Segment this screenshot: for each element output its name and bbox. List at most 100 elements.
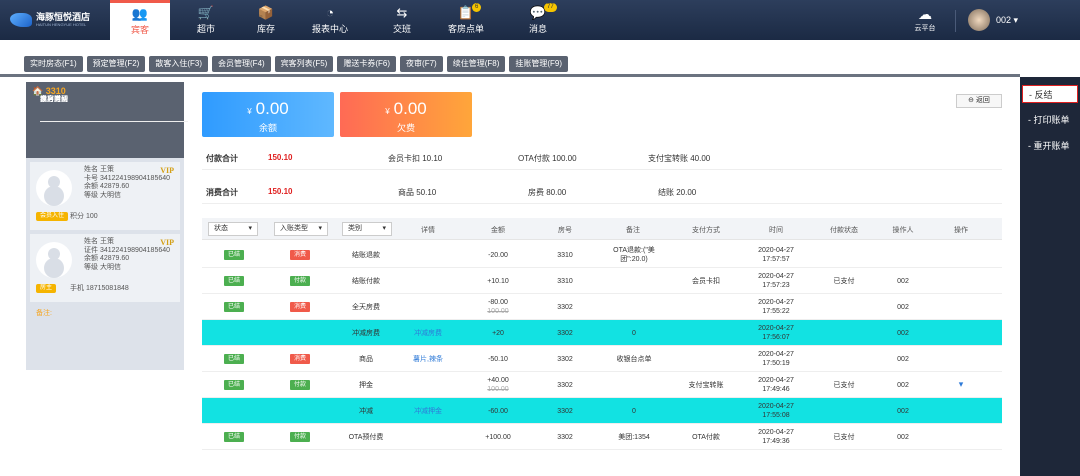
payment-item: 支付宝转账 40.00	[648, 154, 711, 163]
payment-status-cell: 已支付	[833, 382, 855, 389]
time-value: 17:55:08	[762, 412, 790, 419]
room-cell: 3302	[557, 434, 573, 441]
entry-type-badge: 付款	[290, 276, 310, 286]
status-filter[interactable]: 状态 ▾	[208, 222, 258, 236]
detail-cell[interactable]: 冲减押金	[398, 407, 458, 416]
action-sidebar: - 反结 - 打印账单 - 重开账单	[1020, 77, 1080, 476]
cloud-label: 云平台	[914, 25, 936, 32]
table-row[interactable]: 已结 付款 OTA预付费 +100.00 3302 美团:1354 OTA付款 2020-04…	[202, 424, 1002, 450]
back-button[interactable]: ⊖ 返回	[956, 94, 1002, 108]
guest-info-line: 余额 42879.60	[84, 183, 130, 190]
category-cell: OTA预付费	[348, 434, 384, 441]
function-tabs: 实时房态(F1) 预定管理(F2) 散客入住(F3) 会员管理(F4) 宾客列表(F5)…	[24, 56, 569, 72]
column-header: 支付方式	[692, 227, 720, 234]
tab-f5[interactable]: 宾客列表(F5)	[274, 56, 334, 72]
nav-pie-chart[interactable]: ◔ 报表中心	[300, 0, 360, 40]
expand-chevron-icon[interactable]: ▾	[936, 380, 986, 389]
nav-cart[interactable]: 🛒 超市	[176, 0, 236, 40]
handover-icon: ⇆	[396, 4, 408, 20]
tab-f9[interactable]: 挂账管理(F9)	[509, 56, 569, 72]
cart-icon: 🛒	[197, 4, 215, 20]
operator-cell: 002	[897, 434, 909, 441]
column-header: 操作人	[892, 227, 914, 234]
amount-value: +100.00	[485, 434, 511, 441]
payment-summary-label: 付款合计	[206, 154, 238, 163]
tab-f1[interactable]: 实时房态(F1)	[24, 56, 83, 72]
table-row[interactable]: 冲减房费 冲减房费 +20 3302 0 2020-04-27 17:56:07 002	[202, 320, 1002, 346]
category-filter[interactable]: 类别 ▾	[342, 222, 392, 236]
guest-role-tag: 房主	[36, 284, 57, 293]
category-filter-label: 类别	[348, 225, 362, 232]
header-divider	[955, 10, 956, 32]
nav-label: 交班	[392, 23, 411, 34]
tab-f6[interactable]: 赠送卡券(F6)	[337, 56, 397, 72]
reverse-settle-button[interactable]: - 反结	[1022, 85, 1078, 103]
table-row[interactable]: 已结 付款 结账付款 +10.10 3310 会员卡扣 2020-04-27 17:57:23…	[202, 268, 1002, 294]
tab-f3[interactable]: 散客入住(F3)	[149, 56, 209, 72]
payment-status-cell: 已支付	[833, 434, 855, 441]
guest-info-line: 等级 大明信	[84, 191, 121, 199]
consumption-item: 结账 20.00	[658, 188, 697, 197]
nav-label: 超市	[196, 23, 215, 34]
status-badge: 已结	[224, 250, 244, 260]
detail-cell[interactable]: 冲减房费	[398, 329, 458, 338]
guest-icon: 👥	[131, 6, 149, 21]
reopen-bill-button[interactable]: - 重开账单	[1022, 137, 1078, 155]
table-row[interactable]: 已结 消费 全天房费 -80.00 100.00 3302 2020-04-27 17:55:…	[202, 294, 1002, 320]
nav-guest[interactable]: 👥 宾客	[110, 0, 170, 40]
original-amount: 100.00	[487, 308, 509, 315]
payment-item: OTA付款 100.00	[518, 154, 577, 163]
table-row[interactable]: 已结 消费 结账退款 -20.00 3310 OTA退款:("美团":20.0) 2020-…	[202, 242, 1002, 268]
note-cell: 0	[632, 408, 636, 415]
time-cell: 2020-04-27 17:56:07	[746, 324, 806, 342]
date-value: 2020-04-27	[758, 299, 794, 306]
operator-cell: 002	[897, 408, 909, 415]
back-label: 返回	[975, 97, 990, 104]
operator-cell: 002	[897, 304, 909, 311]
logo-subtitle: HAITUN HENGYUE HOTEL	[36, 22, 87, 27]
nav-room-order[interactable]: 📋 客房点单 6	[436, 0, 496, 40]
table-row[interactable]: 已结 付款 押金 +40.00 100.00 3302 支付宝转账 2020-04-27 17:…	[202, 372, 1002, 398]
notification-badge: 77	[544, 3, 557, 12]
amount-cell: -60.00	[470, 407, 526, 416]
consumption-summary-label: 消费合计	[206, 188, 238, 197]
tab-f2[interactable]: 预定管理(F2)	[86, 56, 146, 72]
date-value: 2020-04-27	[758, 351, 794, 358]
guest-info-line: 姓名 王策	[84, 238, 114, 245]
table-row[interactable]: 已结 消费 商品 薯片,辣条 -50.10 3302 收银台点单 2020-04-27 17:5…	[202, 346, 1002, 372]
time-value: 17:50:19	[762, 360, 790, 367]
tab-f7[interactable]: 夜审(F7)	[400, 56, 443, 72]
user-menu[interactable]: 002 ▾	[968, 8, 1018, 32]
tab-f8[interactable]: 续住管理(F8)	[446, 56, 506, 72]
nav-box[interactable]: 📦 库存	[236, 0, 296, 40]
hotel-logo: 海豚恒悦酒店 HAITUN HENGYUE HOTEL	[10, 8, 110, 32]
chevron-down-icon: ▾	[248, 225, 252, 232]
owed-label: 欠费	[396, 123, 415, 133]
pie-chart-icon: ◔	[326, 4, 334, 20]
time-cell: 2020-04-27 17:50:19	[746, 350, 806, 368]
cloud-icon: ☁	[918, 6, 932, 22]
guest-info-line: 积分 100	[70, 213, 98, 220]
entry-type-badge: 消费	[290, 250, 310, 260]
table-row[interactable]: 冲减 冲减押金 -60.00 3302 0 2020-04-27 17:55:08 002	[202, 398, 1002, 424]
detail-cell[interactable]: 薯片,辣条	[398, 355, 458, 364]
nav-message[interactable]: 💬 消息 77	[508, 0, 568, 40]
guest-card[interactable]: VIP 姓名 王策 证件 341224198904185640 余额 42879.60…	[30, 234, 180, 302]
print-bill-button[interactable]: - 打印账单	[1022, 111, 1078, 129]
tab-f4[interactable]: 会员管理(F4)	[212, 56, 271, 72]
entry-type-filter[interactable]: 入账类型 ▾	[274, 222, 328, 236]
room-info-key: 宾客类型	[40, 96, 68, 103]
chevron-down-icon: ▾	[382, 225, 386, 232]
guest-card[interactable]: VIP 姓名 王策 卡号 341224198904185640 余额 42879.60…	[30, 162, 180, 230]
notification-badge: 6	[472, 3, 482, 12]
operator-cell: 002	[897, 278, 909, 285]
cloud-platform-button[interactable]: ☁ 云平台	[905, 6, 945, 36]
amount-cell: -20.00	[470, 251, 526, 260]
guest-info-line: 手机 18715081848	[70, 285, 129, 292]
category-cell: 商品	[359, 356, 373, 363]
user-name: 002 ▾	[996, 14, 1019, 25]
amount-cell: +10.10	[470, 277, 526, 286]
note-cell: 美团:1354	[618, 434, 650, 441]
nav-handover[interactable]: ⇆ 交班	[372, 0, 432, 40]
owed-amount: 0.00	[393, 99, 427, 118]
